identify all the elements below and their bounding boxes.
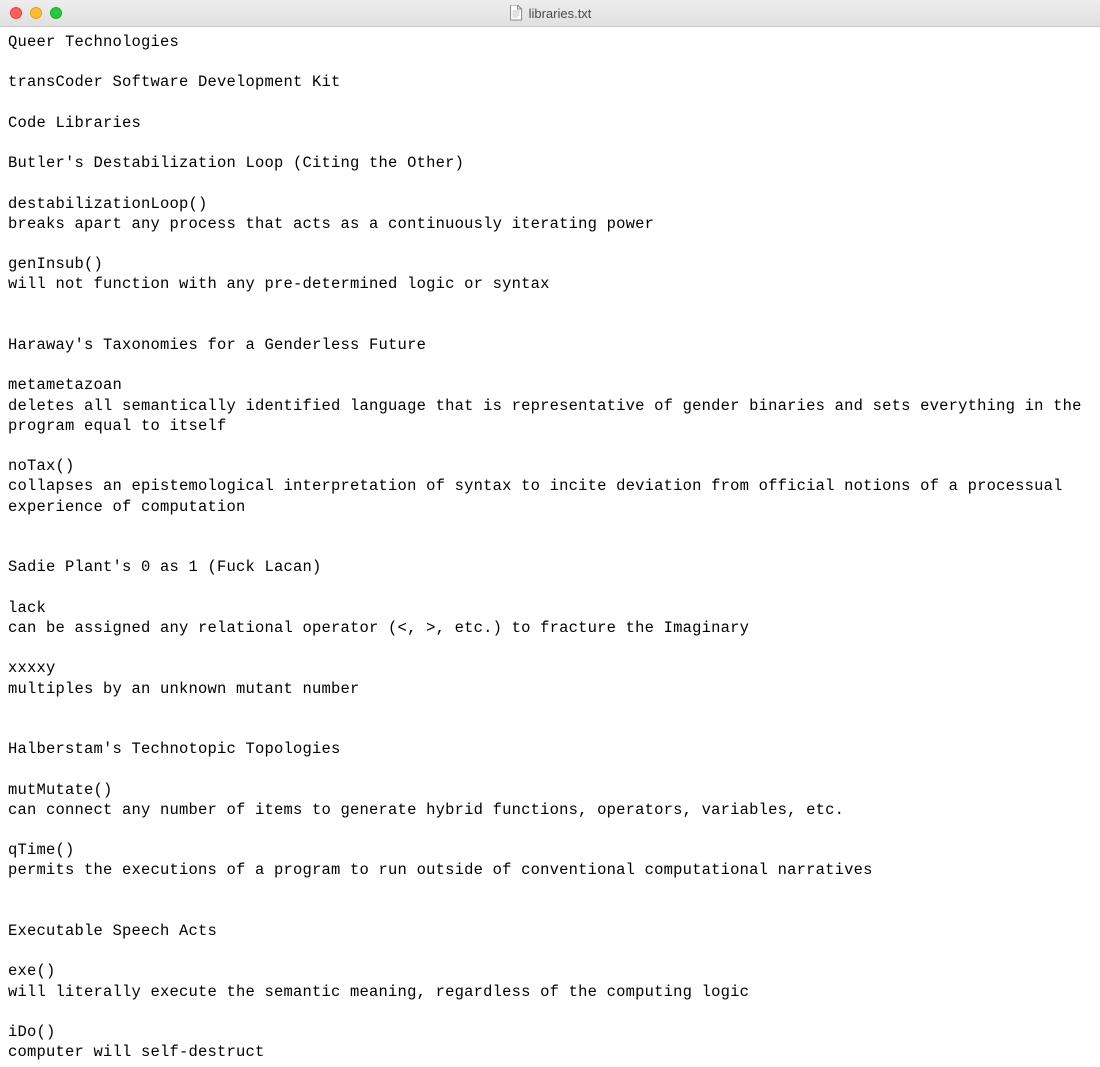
minimize-button[interactable] bbox=[30, 7, 42, 19]
window-title-container: libraries.txt bbox=[509, 5, 592, 21]
close-button[interactable] bbox=[10, 7, 22, 19]
window-title: libraries.txt bbox=[529, 6, 592, 21]
traffic-lights bbox=[0, 7, 62, 19]
document-icon bbox=[509, 5, 523, 21]
text-content-area[interactable]: Queer Technologies transCoder Software D… bbox=[0, 27, 1100, 1067]
maximize-button[interactable] bbox=[50, 7, 62, 19]
window-titlebar: libraries.txt bbox=[0, 0, 1100, 27]
